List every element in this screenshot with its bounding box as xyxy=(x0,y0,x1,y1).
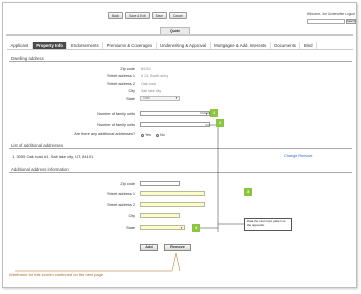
connector-lines xyxy=(15,112,244,272)
wireframe-continued-note: Wireframe for this screen continued on t… xyxy=(9,272,104,277)
